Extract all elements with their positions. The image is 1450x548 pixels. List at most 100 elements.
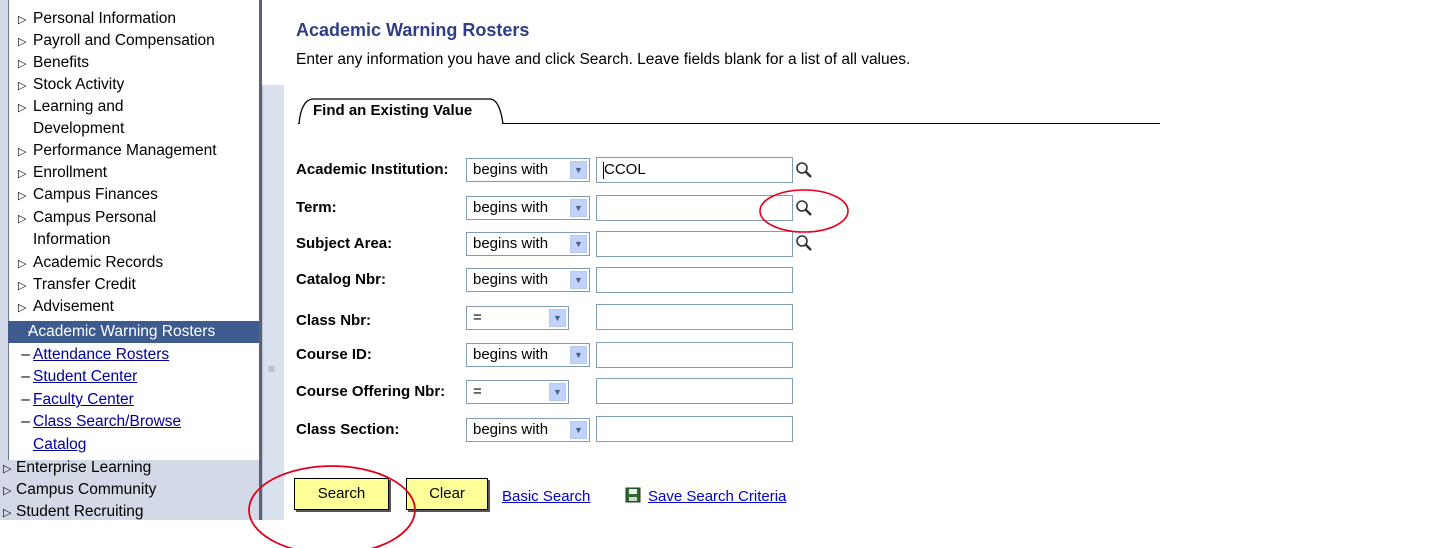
nav-link-label[interactable]: Faculty Center [33,391,134,408]
nav-item-stock-activity[interactable]: ▷ Stock Activity [18,74,124,97]
nav-item-academic-records[interactable]: ▷ Academic Records [18,252,163,275]
nav-link-faculty-center[interactable]: – Faculty Center [18,389,134,411]
nav-item-label: Student Recruiting [16,503,144,520]
triangle-right-icon: ▷ [3,463,12,475]
nav-item-enterprise-learning[interactable]: ▷ Enterprise Learning [3,457,151,480]
triangle-right-icon: ▷ [3,485,12,497]
class-nbr-label: Class Nbr: [296,312,372,329]
nav-left-border [0,0,9,460]
select-value: = [473,383,482,400]
basic-search-link[interactable]: Basic Search [502,488,590,505]
triangle-right-icon: ▷ [18,213,27,225]
catalog-nbr-input[interactable] [596,267,793,293]
chevron-down-icon[interactable]: ▼ [570,346,587,364]
chevron-down-icon[interactable]: ▼ [570,235,587,253]
triangle-right-icon: ▷ [18,58,27,70]
nav-item-benefits[interactable]: ▷ Benefits [18,52,89,75]
chevron-down-icon[interactable]: ▼ [570,199,587,217]
splitter-bar[interactable] [262,85,284,520]
class-nbr-input[interactable] [596,304,793,330]
class-section-input[interactable] [596,416,793,442]
subject-area-operator-select[interactable]: begins with ▼ [466,232,590,256]
floppy-disk-icon[interactable] [625,487,641,503]
nav-link-label[interactable]: Catalog [33,436,86,453]
save-search-criteria-link[interactable]: Save Search Criteria [648,488,786,505]
catalog-nbr-operator-select[interactable]: begins with ▼ [466,268,590,292]
term-input[interactable] [596,195,793,221]
frame-splitter[interactable]: ≡ [262,0,284,520]
tab-label: Find an Existing Value [313,102,473,119]
chevron-down-icon[interactable]: ▼ [570,271,587,289]
nav-item-label: Campus Personal [33,209,157,226]
chevron-down-icon[interactable]: ▼ [549,309,566,327]
nav-link-label[interactable]: Class Search/Browse [33,413,181,430]
nav-item-label: Payroll and Compensation [33,32,215,49]
course-id-operator-select[interactable]: begins with ▼ [466,343,590,367]
nav-item-label: Performance Management [33,142,217,159]
nav-item-campus-finances[interactable]: ▷ Campus Finances [18,184,158,207]
nav-link-label[interactable]: Student Center [33,368,137,385]
academic-institution-input[interactable]: CCOL [596,157,793,183]
course-offering-nbr-label: Course Offering Nbr: [296,383,446,400]
nav-item-advisement[interactable]: ▷ Advisement [18,296,114,319]
select-value: begins with [473,271,549,288]
subject-area-input[interactable] [596,231,793,257]
nav-item-campus-personal-cont[interactable]: Information [33,229,111,251]
input-value: CCOL [604,161,646,178]
triangle-right-icon: ▷ [18,280,27,292]
chevron-down-icon[interactable]: ▼ [570,161,587,179]
nav-link-student-center[interactable]: – Student Center [18,366,137,388]
triangle-right-icon: ▷ [18,80,27,92]
nav-link-class-search-cont[interactable]: Catalog [33,434,86,456]
triangle-right-icon: ▷ [18,14,27,26]
magnifier-icon[interactable] [795,234,813,252]
course-id-input[interactable] [596,342,793,368]
triangle-right-icon: ▷ [18,258,27,270]
nav-item-label: Enterprise Learning [16,459,152,476]
tab-find-existing-value[interactable]: Find an Existing Value [298,97,508,125]
nav-item-payroll[interactable]: ▷ Payroll and Compensation [18,30,215,53]
nav-item-selected[interactable]: – Academic Warning Rosters [8,321,259,343]
main-content: Academic Warning Rosters Enter any infor… [283,0,1450,520]
splitter-grip-icon[interactable]: ≡ [268,363,277,384]
term-operator-select[interactable]: begins with ▼ [466,196,590,220]
left-navigation: ▷ Personal Information ▷ Payroll and Compe… [0,0,262,520]
nav-item-learning-cont[interactable]: Development [33,118,124,140]
nav-item-campus-personal[interactable]: ▷ Campus Personal [18,207,156,230]
magnifier-icon[interactable] [795,199,813,217]
catalog-nbr-label: Catalog Nbr: [296,271,386,288]
select-value: begins with [473,346,549,363]
nav-selected-text: Academic Warning Rosters [28,323,216,340]
nav-link-attendance-rosters[interactable]: – Attendance Rosters [18,344,169,366]
nav-item-performance[interactable]: ▷ Performance Management [18,140,217,163]
magnifier-icon[interactable] [795,161,813,179]
nav-link-class-search[interactable]: – Class Search/Browse [18,411,181,433]
nav-item-student-recruiting[interactable]: ▷ Student Recruiting [3,501,144,520]
page-instructions: Enter any information you have and click… [296,51,911,68]
chevron-down-icon[interactable]: ▼ [549,383,566,401]
select-value: begins with [473,235,549,252]
nav-top-level-section: ▷ Enterprise Learning ▷ Campus Community ▷… [0,457,259,520]
nav-item-campus-community[interactable]: ▷ Campus Community [3,479,156,502]
nav-item-learning[interactable]: ▷ Learning and [18,96,124,119]
course-offering-nbr-input[interactable] [596,378,793,404]
clear-button[interactable]: Clear [406,478,488,510]
nav-item-label: Personal Information [33,10,177,27]
triangle-right-icon: ▷ [3,507,12,519]
class-section-operator-select[interactable]: begins with ▼ [466,418,590,442]
academic-institution-operator-select[interactable]: begins with ▼ [466,158,590,182]
chevron-down-icon[interactable]: ▼ [570,421,587,439]
class-nbr-operator-select[interactable]: = ▼ [466,306,569,330]
select-value: begins with [473,161,549,178]
nav-item-label: Learning and [33,98,124,115]
nav-item-transfer-credit[interactable]: ▷ Transfer Credit [18,274,136,297]
course-offering-nbr-operator-select[interactable]: = ▼ [466,380,569,404]
page-title: Academic Warning Rosters [296,20,530,40]
select-value: begins with [473,421,549,438]
nav-item-enrollment[interactable]: ▷ Enrollment [18,162,107,185]
search-button[interactable]: Search [294,478,389,510]
academic-institution-label: Academic Institution: [296,161,449,178]
nav-item-label: Campus Finances [33,186,158,203]
nav-item-personal-information[interactable]: ▷ Personal Information [18,8,176,31]
nav-link-label[interactable]: Attendance Rosters [33,346,169,363]
